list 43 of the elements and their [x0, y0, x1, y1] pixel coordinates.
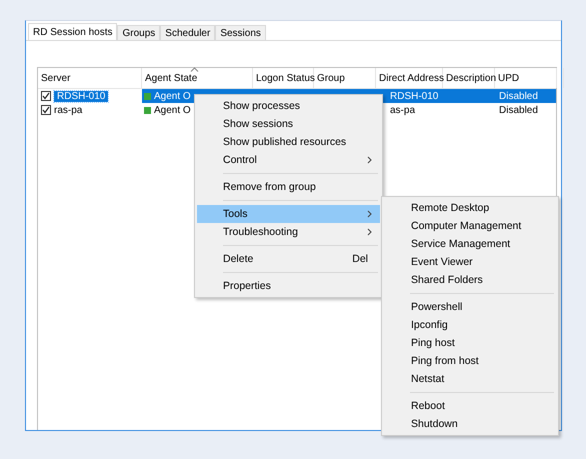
tab[interactable]: Scheduler — [160, 25, 216, 40]
direct-address: RDSH-010 — [390, 90, 438, 102]
menu-item[interactable]: Control — [197, 151, 380, 169]
upd-status: Disabled — [499, 90, 538, 102]
column-header[interactable]: Logon Status — [256, 72, 315, 84]
menu-item[interactable]: Troubleshooting — [197, 223, 380, 241]
column-header[interactable]: Server — [41, 72, 70, 84]
menu-item[interactable]: Remove from group — [197, 178, 380, 196]
menu-item[interactable]: Ping host — [384, 334, 556, 352]
menu-item[interactable]: Shutdown — [384, 415, 556, 433]
menu-item[interactable]: Service Management — [384, 235, 556, 253]
menu-item[interactable]: Properties — [197, 277, 380, 295]
column-header[interactable]: Agent State — [145, 72, 198, 84]
menu-item[interactable]: Show sessions — [197, 115, 380, 133]
menu-item[interactable]: Tools — [197, 205, 380, 223]
menu-item[interactable]: Remote Desktop — [384, 199, 556, 217]
agent-state: Agent O — [154, 90, 191, 102]
menu-item[interactable]: Show published resources — [197, 133, 380, 151]
menu-item[interactable]: Computer Management — [384, 217, 556, 235]
column-header[interactable]: Direct Address — [379, 72, 444, 84]
menu-item[interactable]: Reboot — [384, 397, 556, 415]
server-name: RDSH-010 — [54, 90, 108, 102]
menu-item[interactable]: Netstat — [384, 370, 556, 388]
menu-item[interactable]: Delete Del — [197, 250, 380, 268]
agent-state: Agent O — [154, 104, 191, 116]
menu-item[interactable]: Ipconfig — [384, 316, 556, 334]
menu-item[interactable]: Powershell — [384, 298, 556, 316]
server-name: ras-pa — [54, 104, 82, 116]
menu-item[interactable]: Event Viewer — [384, 253, 556, 271]
tab[interactable]: RD Session hosts — [28, 23, 118, 40]
column-header[interactable]: UPD — [498, 72, 520, 84]
shortcut-label: Del — [352, 253, 368, 265]
column-header[interactable]: Group — [317, 72, 345, 84]
checkbox[interactable] — [41, 91, 51, 101]
tab[interactable]: Groups — [117, 25, 160, 40]
menu-item[interactable]: Ping from host — [384, 352, 556, 370]
column-header[interactable]: Description — [446, 72, 496, 84]
menu-item[interactable]: Show processes — [197, 97, 380, 115]
menu-item[interactable]: Shared Folders — [384, 271, 556, 289]
checkbox[interactable] — [41, 105, 51, 115]
direct-address: as-pa — [390, 104, 416, 116]
tab[interactable]: Sessions — [215, 25, 266, 40]
upd-status: Disabled — [499, 104, 538, 116]
